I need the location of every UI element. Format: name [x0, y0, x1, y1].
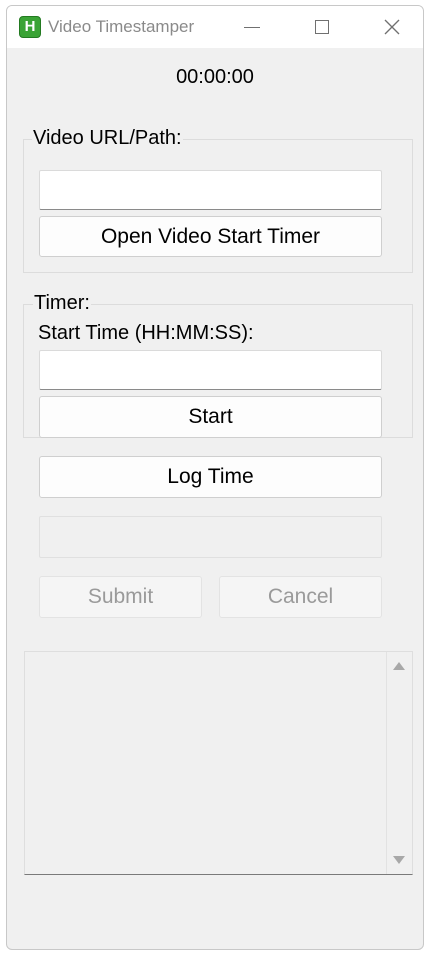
scroll-down-arrow-icon[interactable]	[393, 856, 405, 864]
minimize-button[interactable]	[217, 6, 287, 48]
open-video-start-timer-button[interactable]: Open Video Start Timer	[39, 216, 382, 257]
note-input[interactable]	[39, 516, 382, 558]
close-icon	[384, 19, 400, 35]
app-window: H Video Timestamper 00:00:00 Video URL/P…	[6, 5, 424, 950]
log-time-button[interactable]: Log Time	[39, 456, 382, 498]
start-button[interactable]: Start	[39, 396, 382, 438]
maximize-icon	[315, 20, 329, 34]
app-icon-letter: H	[24, 18, 36, 35]
maximize-button[interactable]	[287, 6, 357, 48]
window-title: Video Timestamper	[48, 17, 195, 36]
app-icon: H	[19, 16, 41, 38]
start-time-label: Start Time (HH:MM:SS):	[38, 322, 254, 344]
log-scrollbar[interactable]	[386, 652, 412, 874]
minimize-icon	[244, 26, 260, 28]
timer-group-label: Timer:	[33, 292, 91, 315]
title-bar[interactable]: H Video Timestamper	[7, 6, 423, 48]
cancel-button[interactable]: Cancel	[219, 576, 382, 618]
log-text-area[interactable]	[24, 651, 413, 875]
start-time-input[interactable]	[39, 350, 382, 390]
scroll-up-arrow-icon[interactable]	[393, 662, 405, 670]
submit-button[interactable]: Submit	[39, 576, 202, 618]
close-button[interactable]	[357, 6, 423, 48]
video-group-label: Video URL/Path:	[32, 127, 183, 150]
video-url-input[interactable]	[39, 170, 382, 210]
timer-display: 00:00:00	[176, 66, 254, 88]
